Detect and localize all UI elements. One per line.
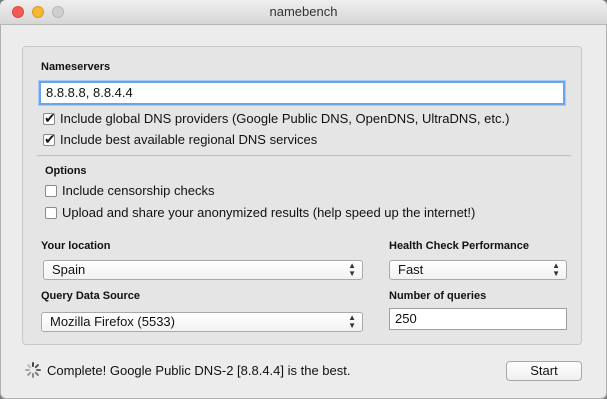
number-of-queries-label: Number of queries: [389, 290, 487, 302]
settings-panel: Nameservers 8.8.8.8, 8.8.4.4 Include glo…: [22, 46, 582, 345]
upload-results-checkbox[interactable]: [45, 206, 57, 219]
nameservers-input[interactable]: 8.8.8.8, 8.8.4.4: [39, 81, 565, 105]
start-button[interactable]: Start: [506, 361, 582, 381]
health-check-label: Health Check Performance: [389, 240, 529, 252]
censorship-checks-label: Include censorship checks: [62, 183, 215, 198]
namebench-window: namebench Nameservers 8.8.8.8, 8.8.4.4 I…: [0, 0, 607, 399]
censorship-checks-checkbox[interactable]: [45, 184, 57, 197]
upload-results-label: Upload and share your anonymized results…: [62, 205, 476, 220]
location-select[interactable]: Spain ▲ ▼: [43, 260, 363, 280]
query-source-label: Query Data Source: [41, 290, 141, 302]
include-global-dns-label: Include global DNS providers (Google Pub…: [60, 111, 510, 126]
location-select-value: Spain: [52, 262, 86, 277]
select-arrows-icon: ▲ ▼: [348, 313, 356, 330]
loading-spinner-icon: [25, 362, 41, 378]
upload-results-checkbox-row[interactable]: Upload and share your anonymized results…: [45, 205, 475, 220]
options-label: Options: [45, 165, 87, 177]
health-check-select-value: Fast: [398, 262, 424, 277]
status-message: Complete! Google Public DNS-2 [8.8.4.4] …: [47, 363, 351, 378]
include-regional-dns-checkbox[interactable]: [43, 131, 56, 148]
health-check-select[interactable]: Fast ▲ ▼: [389, 260, 567, 280]
query-source-select[interactable]: Mozilla Firefox (5533) ▲ ▼: [41, 312, 363, 332]
location-label: Your location: [41, 240, 111, 252]
nameservers-label: Nameservers: [41, 61, 111, 73]
number-of-queries-input[interactable]: 250: [389, 308, 567, 330]
select-arrows-icon: ▲ ▼: [552, 261, 560, 278]
include-global-dns-checkbox[interactable]: [43, 110, 56, 127]
include-global-dns-checkbox-row[interactable]: Include global DNS providers (Google Pub…: [43, 110, 510, 127]
include-regional-dns-checkbox-row[interactable]: Include best available regional DNS serv…: [43, 131, 318, 148]
section-divider: [37, 155, 571, 156]
censorship-checks-checkbox-row[interactable]: Include censorship checks: [45, 183, 214, 198]
query-source-select-value: Mozilla Firefox (5533): [50, 314, 175, 329]
window-title: namebench: [269, 4, 338, 19]
select-arrows-icon: ▲ ▼: [348, 261, 356, 278]
include-regional-dns-label: Include best available regional DNS serv…: [60, 132, 318, 147]
title-bar[interactable]: namebench: [0, 0, 607, 25]
